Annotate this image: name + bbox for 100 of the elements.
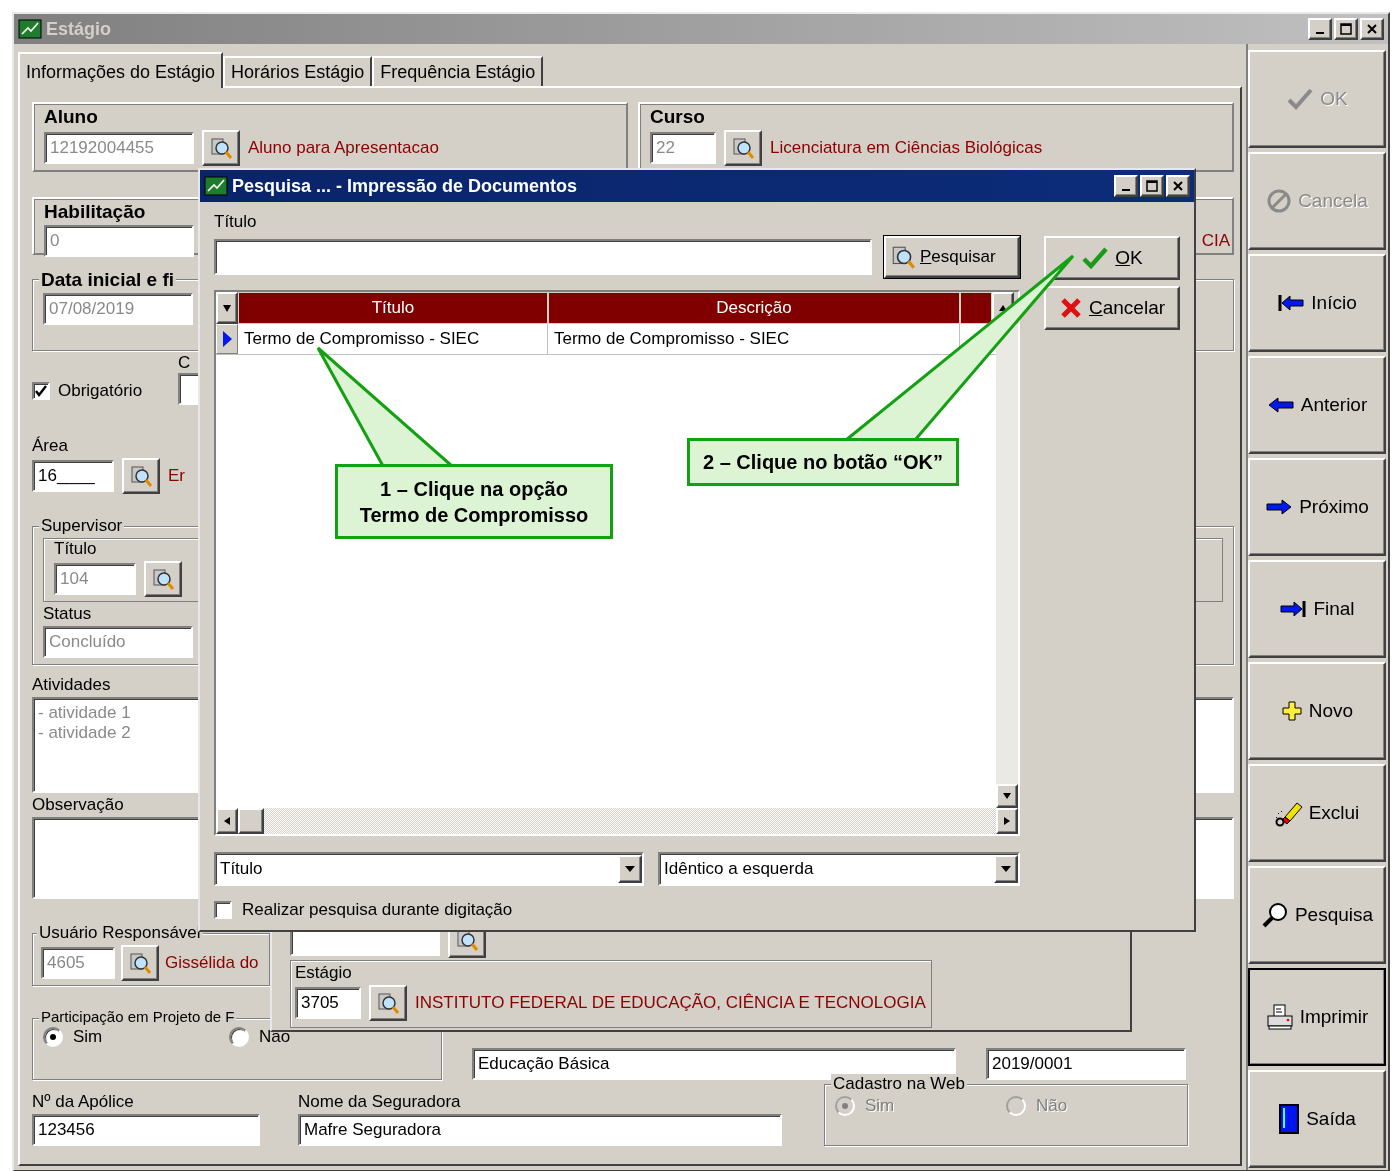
- minimize-icon: [1316, 32, 1324, 34]
- magnifier-icon: [376, 991, 400, 1015]
- field-label: Área: [32, 436, 68, 456]
- column-header[interactable]: Título: [238, 292, 548, 324]
- tab[interactable]: Horários Estágio: [223, 56, 373, 86]
- ok-button[interactable]: OK: [1044, 236, 1180, 280]
- magnifier-icon: [128, 951, 152, 975]
- toolbar-button[interactable]: Próximo: [1248, 458, 1386, 556]
- institution-name: INSTITUTO FEDERAL DE EDUCAÇÃO, CIÊNCIA E TECNOLOGIA: [415, 993, 926, 1013]
- radio-label: Sim: [73, 1027, 103, 1047]
- toolbar-button[interactable]: Anterior: [1248, 356, 1386, 454]
- last-arrow-icon: [1279, 599, 1308, 619]
- lookup-button[interactable]: [202, 130, 240, 166]
- toolbar-button[interactable]: Início: [1248, 254, 1386, 352]
- door-icon: [1278, 1104, 1301, 1134]
- checkbox[interactable]: [32, 382, 50, 400]
- field-label: Atividades: [32, 675, 111, 695]
- field-label: Status: [43, 604, 92, 624]
- radio-button[interactable]: [43, 1027, 63, 1047]
- field-dropdown[interactable]: Título: [214, 852, 644, 886]
- tab[interactable]: Informações do Estágio: [18, 52, 224, 88]
- group-label: Participação em Projeto de F: [39, 1008, 237, 1025]
- toolbar-button[interactable]: Pesquisa: [1248, 866, 1386, 964]
- toolbar-button[interactable]: Imprimir: [1248, 968, 1386, 1066]
- search-button[interactable]: Pesquisar: [884, 236, 1020, 278]
- app-icon: [204, 176, 228, 196]
- dropdown-icon: [624, 864, 636, 874]
- toolbar-button[interactable]: Saída: [1248, 1070, 1386, 1168]
- first-arrow-icon: [1277, 293, 1306, 313]
- field-label: Nº da Apólice: [32, 1092, 134, 1112]
- scroll-thumb[interactable]: [238, 808, 264, 834]
- group-label: Usuário Responsável: [37, 923, 203, 943]
- magnifier-icon: [731, 136, 755, 160]
- vertical-scrollbar[interactable]: [996, 324, 1018, 808]
- student-name: Aluno para Apresentacao: [248, 138, 439, 158]
- lookup-button[interactable]: [144, 561, 182, 597]
- field-label: C: [178, 353, 192, 373]
- field-label: Observação: [32, 795, 124, 815]
- dialog-title: Pesquisa ... - Impressão de Documentos: [232, 175, 578, 197]
- input-field[interactable]: 3705: [295, 987, 361, 1019]
- field-label: Título: [54, 539, 97, 559]
- maximize-icon: [1146, 180, 1158, 192]
- course-name: Licenciatura em Ciências Biológicas: [770, 138, 1043, 158]
- close-icon: [1172, 180, 1184, 192]
- field-label: Título: [214, 212, 258, 232]
- input-field[interactable]: Mafre Seguradora: [298, 1114, 782, 1146]
- date-field[interactable]: 07/08/2019: [43, 293, 193, 325]
- toolbar-button[interactable]: Exclui: [1248, 764, 1386, 862]
- cancel-button[interactable]: Cancelar: [1044, 286, 1180, 330]
- radio-button[interactable]: [229, 1027, 249, 1047]
- search-field[interactable]: [214, 239, 872, 275]
- magnifier-icon: [890, 244, 916, 270]
- maximize-icon: [1340, 23, 1352, 35]
- user-name: Gissélida do: [165, 953, 259, 973]
- right-arrow-icon: [1002, 816, 1012, 826]
- lookup-button[interactable]: [121, 945, 159, 981]
- right-arrow-icon: [1265, 497, 1294, 517]
- window-title: Estágio: [46, 18, 111, 40]
- toolbar-button[interactable]: Final: [1248, 560, 1386, 658]
- row-pointer-icon: [221, 329, 233, 349]
- radio-label: Sim: [865, 1096, 895, 1116]
- app-icon: [18, 19, 42, 39]
- magnifier-icon: [129, 464, 153, 488]
- minimize-icon: [1122, 189, 1130, 191]
- horizontal-scrollbar[interactable]: [216, 808, 1018, 834]
- dropdown-icon: [222, 303, 232, 313]
- input-field[interactable]: 12192004455: [44, 132, 194, 164]
- check-icon: [34, 384, 48, 398]
- input-field[interactable]: 2019/0001: [986, 1048, 1186, 1080]
- group-label: Supervisor: [39, 516, 125, 536]
- left-arrow-icon: [1266, 395, 1295, 415]
- field-label: Curso: [650, 106, 705, 128]
- column-menu-button[interactable]: [216, 292, 238, 324]
- check-icon: [1286, 86, 1315, 112]
- toolbar-button[interactable]: Novo: [1248, 662, 1386, 760]
- lookup-button[interactable]: [724, 130, 762, 166]
- input-field[interactable]: 0: [44, 225, 194, 257]
- checkbox[interactable]: [214, 901, 232, 919]
- field-label: Nome da Seguradora: [298, 1092, 461, 1112]
- tab[interactable]: Frequência Estágio: [372, 56, 544, 86]
- column-header[interactable]: Descrição: [548, 292, 960, 324]
- prohibited-icon: [1266, 188, 1293, 214]
- qualification-name: CIA: [1201, 231, 1230, 251]
- input-field[interactable]: 123456: [32, 1114, 260, 1146]
- maximize-button[interactable]: [1140, 175, 1164, 197]
- plus-icon: [1280, 700, 1303, 722]
- printer-icon: [1265, 1003, 1294, 1031]
- instruction-callout: 1 – Clique na opção Termo de Compromisso: [335, 464, 613, 539]
- field-label: Estágio: [295, 963, 352, 983]
- close-button[interactable]: [1166, 175, 1190, 197]
- input-field[interactable]: 16____: [32, 460, 114, 492]
- minimize-button[interactable]: [1114, 175, 1138, 197]
- left-arrow-icon: [222, 816, 232, 826]
- match-dropdown[interactable]: Idêntico a esquerda: [658, 852, 1020, 886]
- close-icon: [1366, 23, 1378, 35]
- lookup-button[interactable]: [122, 458, 160, 494]
- checkbox-label: Obrigatório: [58, 381, 143, 401]
- lookup-button[interactable]: [369, 985, 407, 1021]
- magnifier-icon: [1260, 901, 1289, 929]
- area-name: Er: [168, 466, 185, 486]
